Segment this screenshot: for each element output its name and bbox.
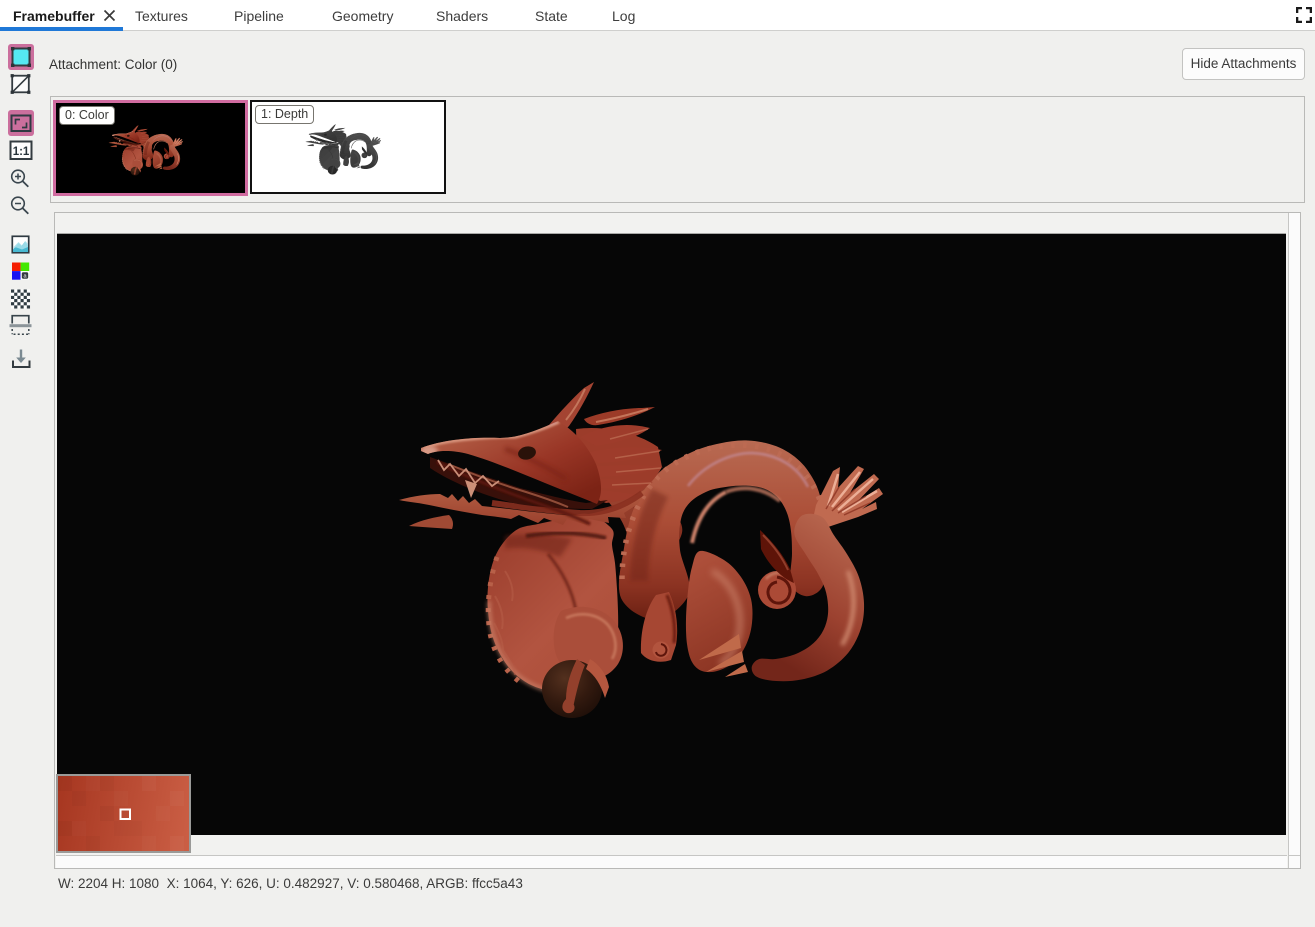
- svg-text:1:1: 1:1: [13, 146, 30, 158]
